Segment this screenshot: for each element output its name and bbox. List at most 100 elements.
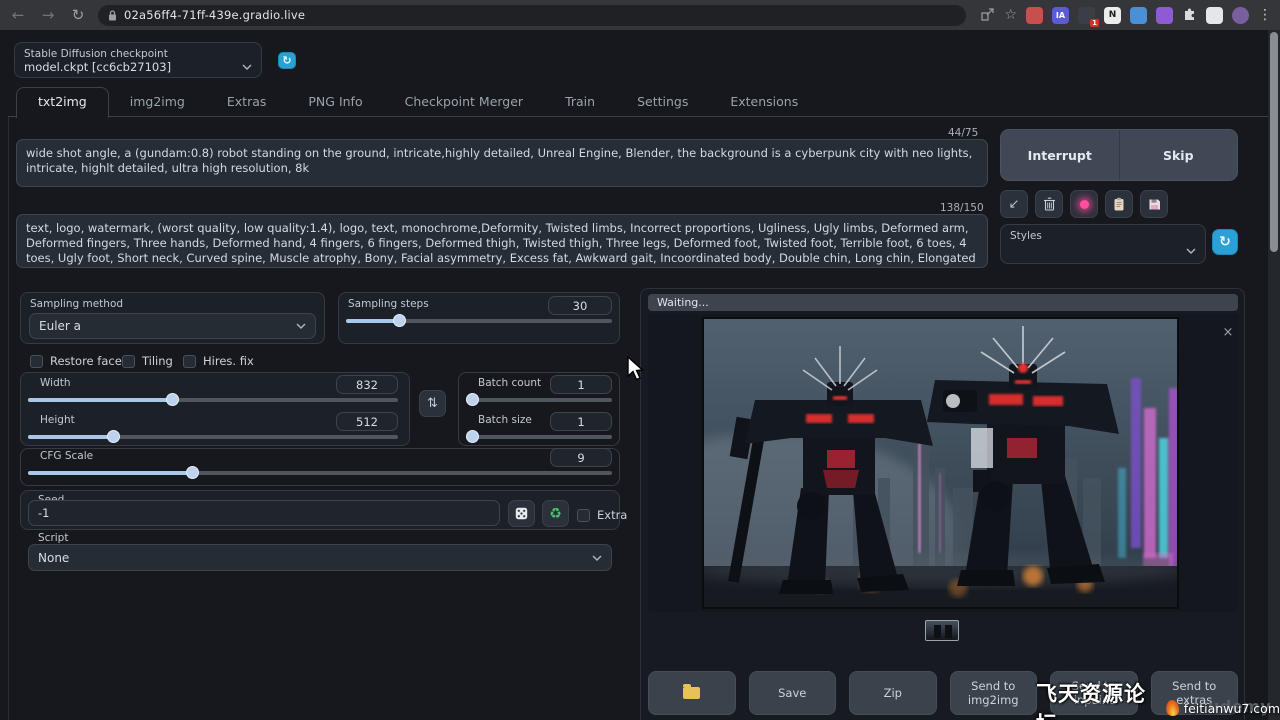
page-scrollbar[interactable]: [1268, 30, 1280, 720]
zip-button[interactable]: Zip: [849, 671, 937, 715]
height-slider[interactable]: [28, 435, 398, 439]
tab-checkpoint-merger[interactable]: Checkpoint Merger: [384, 88, 544, 117]
tab-extras[interactable]: Extras: [206, 88, 288, 117]
script-label: Script: [38, 532, 68, 544]
address-bar[interactable]: 02a56ff4-71ff-439e.gradio.live: [98, 5, 966, 26]
extra-networks-button[interactable]: [1070, 190, 1098, 218]
tab-train[interactable]: Train: [544, 88, 616, 117]
checkpoint-value: model.ckpt [cc6cb27103]: [24, 60, 171, 74]
extension-icon-white[interactable]: [1206, 7, 1223, 24]
extension-badge: 1: [1090, 19, 1099, 27]
reuse-seed-button[interactable]: ♻: [542, 500, 569, 527]
tab-extensions[interactable]: Extensions: [709, 88, 819, 117]
bookmark-star-icon[interactable]: ☆: [1004, 7, 1017, 23]
prompt-tool-buttons: ↙: [1000, 190, 1168, 218]
tiling-checkbox[interactable]: [122, 355, 135, 368]
sampling-chevron-icon: [296, 323, 306, 329]
tab-txt2img[interactable]: txt2img: [16, 87, 109, 118]
interrupt-button[interactable]: Interrupt: [1001, 130, 1120, 180]
height-input[interactable]: 512: [336, 412, 398, 431]
browser-refresh-button[interactable]: ↻: [68, 6, 88, 24]
floppy-disk-icon: [1148, 198, 1161, 211]
browser-avatar[interactable]: [1232, 7, 1249, 24]
cfg-scale-input[interactable]: 9: [550, 448, 612, 467]
restore-faces-label: Restore faces: [50, 354, 128, 368]
tiling-toggle[interactable]: Tiling: [122, 354, 173, 368]
batch-size-slider[interactable]: [466, 435, 612, 439]
sampling-method-block: Sampling method Euler a: [20, 292, 325, 344]
checkpoint-block: Stable Diffusion checkpoint model.ckpt […: [14, 42, 262, 78]
progress-status: Waiting...: [648, 294, 1238, 311]
browser-actions: ☆ IA 1 N ⋮: [980, 7, 1272, 24]
send-to-inpaint-button[interactable]: Send to inpaint: [1050, 671, 1138, 715]
width-input[interactable]: 832: [336, 375, 398, 394]
close-image-icon[interactable]: ×: [1220, 325, 1236, 341]
random-seed-button[interactable]: [508, 500, 535, 527]
sampling-method-value: Euler a: [39, 319, 81, 333]
send-to-img2img-button[interactable]: Send to img2img: [950, 671, 1038, 715]
restore-faces-checkbox[interactable]: [30, 355, 43, 368]
recycle-icon: ♻: [549, 506, 562, 522]
extension-icon-purple[interactable]: [1156, 7, 1173, 24]
browser-menu-icon[interactable]: ⋮: [1258, 7, 1272, 23]
generation-actions: Interrupt Skip: [1000, 129, 1238, 181]
browser-back-button[interactable]: ←: [8, 6, 28, 24]
open-folder-button[interactable]: [648, 671, 736, 715]
cfg-scale-slider[interactable]: [28, 471, 612, 475]
batch-size-input[interactable]: 1: [550, 412, 612, 431]
checkpoint-refresh-button[interactable]: ↻: [278, 52, 296, 69]
sampling-steps-input[interactable]: 30: [548, 296, 612, 315]
extension-icon-photos[interactable]: [1130, 7, 1147, 24]
dice-icon: [515, 507, 528, 520]
save-style-button[interactable]: [1140, 190, 1168, 218]
batch-count-label: Batch count: [478, 377, 541, 389]
paste-params-button[interactable]: ↙: [1000, 190, 1028, 218]
puzzle-extensions-icon[interactable]: [1182, 8, 1197, 23]
browser-forward-button[interactable]: →: [38, 6, 58, 24]
extension-icon-person[interactable]: 1: [1078, 7, 1095, 24]
styles-label: Styles: [1001, 225, 1205, 243]
batch-count-input[interactable]: 1: [550, 375, 612, 394]
trash-icon: [1043, 197, 1056, 211]
styles-dropdown[interactable]: [1001, 243, 1205, 259]
hires-fix-toggle[interactable]: Hires. fix: [183, 354, 254, 368]
send-to-extras-button[interactable]: Send to extras: [1151, 671, 1239, 715]
scrollbar-thumb[interactable]: [1270, 32, 1278, 252]
negative-prompt-token-counter: 138/150: [940, 202, 984, 214]
tab-img2img[interactable]: img2img: [109, 88, 206, 117]
seed-extra-toggle[interactable]: Extra: [577, 508, 627, 522]
result-thumbnail[interactable]: [925, 620, 959, 641]
extension-icon-ia[interactable]: IA: [1052, 7, 1069, 24]
styles-block: Styles: [1000, 224, 1206, 264]
save-button[interactable]: Save: [749, 671, 837, 715]
share-icon[interactable]: [980, 8, 995, 22]
apply-style-button[interactable]: [1105, 190, 1133, 218]
hires-fix-checkbox[interactable]: [183, 355, 196, 368]
sampling-method-dropdown[interactable]: Euler a: [29, 313, 316, 339]
seed-extra-checkbox[interactable]: [577, 509, 590, 522]
tab-settings[interactable]: Settings: [616, 88, 709, 117]
width-slider[interactable]: [28, 398, 398, 402]
styles-chevron-icon: [1186, 248, 1196, 254]
lock-icon: [108, 10, 117, 21]
batch-count-slider[interactable]: [466, 398, 612, 402]
skip-button[interactable]: Skip: [1120, 130, 1238, 180]
clear-prompt-button[interactable]: [1035, 190, 1063, 218]
tab-png-info[interactable]: PNG Info: [287, 88, 383, 117]
styles-refresh-button[interactable]: ↻: [1212, 229, 1238, 255]
negative-prompt-textarea[interactable]: text, logo, watermark, (worst quality, l…: [16, 214, 988, 268]
extension-icon-red-profile[interactable]: [1026, 7, 1043, 24]
extension-icon-notion[interactable]: N: [1104, 7, 1121, 24]
generated-image[interactable]: [703, 318, 1178, 608]
sampling-steps-slider[interactable]: [346, 319, 612, 323]
prompt-textarea[interactable]: wide shot angle, a (gundam:0.8) robot st…: [16, 139, 988, 187]
swap-dimensions-button[interactable]: ⇅: [419, 390, 446, 417]
restore-faces-toggle[interactable]: Restore faces: [30, 354, 128, 368]
cfg-scale-label: CFG Scale: [40, 450, 93, 462]
seed-input[interactable]: -1: [28, 500, 500, 526]
script-chevron-icon: [592, 555, 602, 561]
tiling-label: Tiling: [142, 354, 173, 368]
script-dropdown[interactable]: None: [28, 544, 612, 571]
checkpoint-dropdown[interactable]: model.ckpt [cc6cb27103]: [15, 60, 261, 74]
seed-extra-label: Extra: [597, 508, 627, 522]
